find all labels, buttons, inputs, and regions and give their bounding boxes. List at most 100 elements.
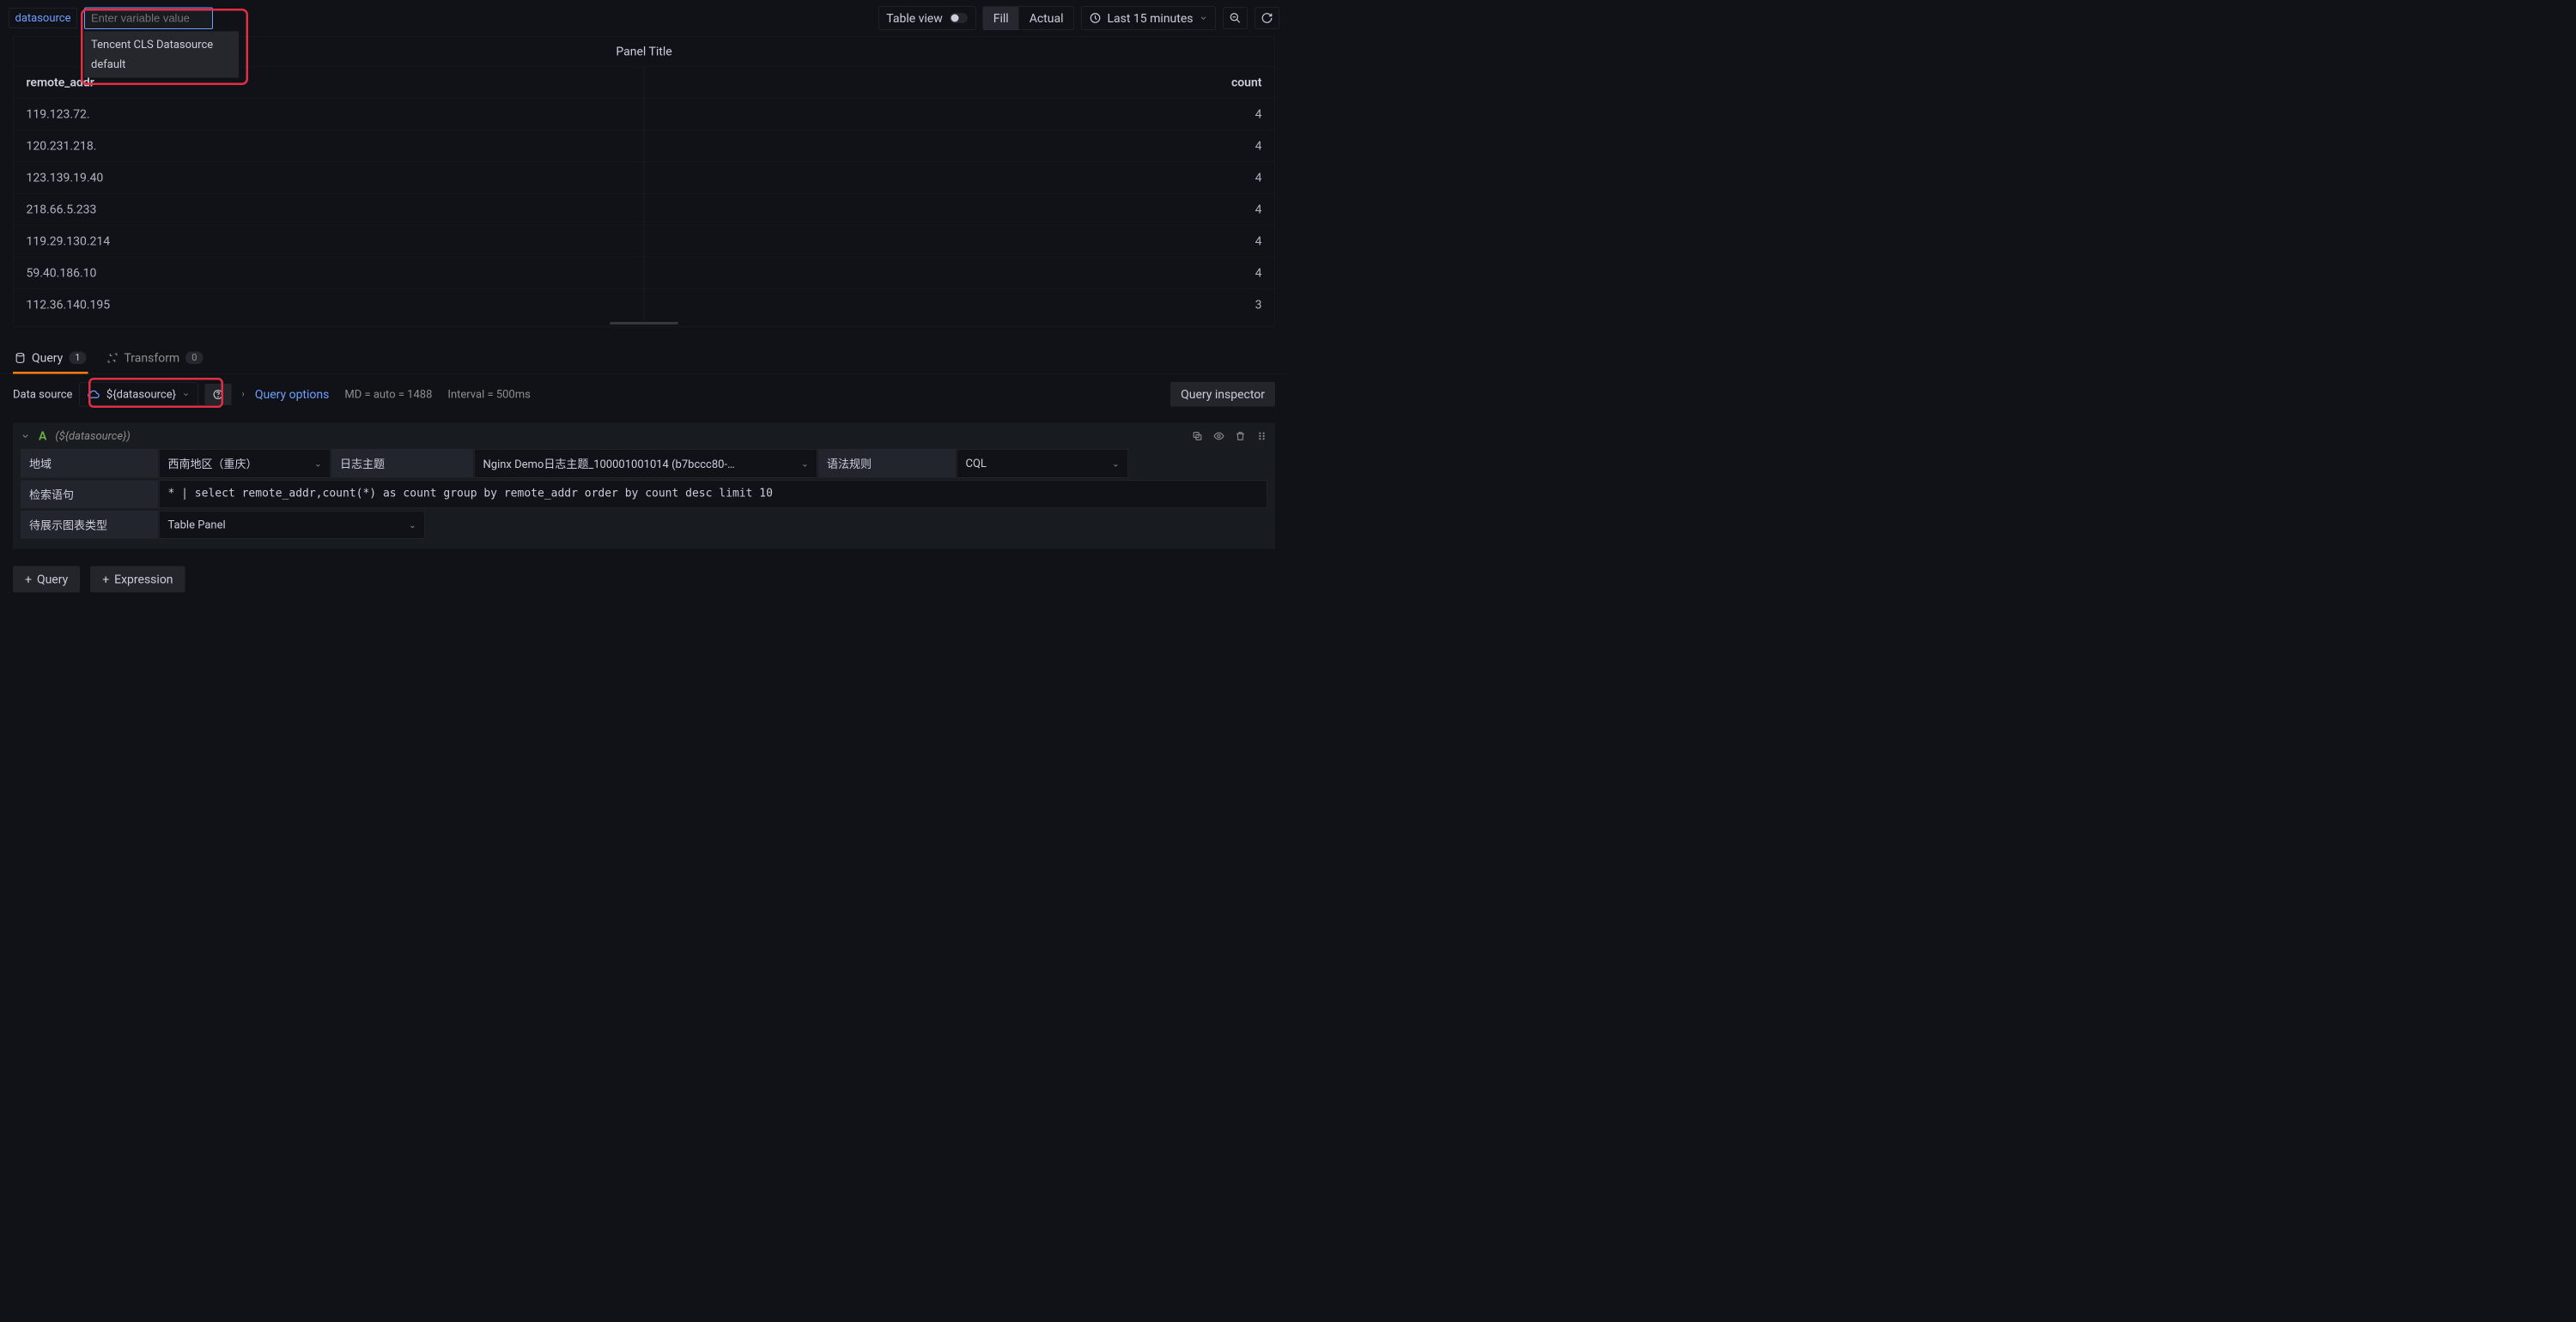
topic-value: Nginx Demo日志主题_100001001014 (b7bccc80-… xyxy=(483,456,735,472)
cell-count: 4 xyxy=(645,130,1262,162)
cell-addr: 119.123.72. xyxy=(27,99,644,130)
query-body: 地域 西南地区（重庆） ⌄ 日志主题 Nginx Demo日志主题_100001… xyxy=(13,449,1275,549)
drag-handle[interactable] xyxy=(1256,430,1267,441)
datasource-variable-label[interactable]: datasource xyxy=(9,8,77,28)
delete-query-button[interactable] xyxy=(1235,430,1246,441)
cell-count: 4 xyxy=(645,258,1262,289)
table-view-label: Table view xyxy=(886,11,942,26)
tab-transform-label: Transform xyxy=(124,351,179,366)
cell-addr: 120.231.218. xyxy=(27,130,644,162)
panel: Panel Title remote_addr count 119.123.72… xyxy=(13,36,1275,327)
zoom-out-icon xyxy=(1230,12,1242,24)
data-source-row: Data source ${datasource} › Query option… xyxy=(0,374,1288,415)
query-editor: A (${datasource}) 地域 xyxy=(13,423,1275,549)
cell-addr: 119.29.130.214 xyxy=(27,226,644,258)
clock-icon xyxy=(1089,12,1101,24)
query-options-link[interactable]: Query options xyxy=(255,387,330,402)
chevron-right-icon[interactable]: › xyxy=(239,389,248,400)
tab-query-label: Query xyxy=(32,351,63,366)
horizontal-scrollbar[interactable] xyxy=(14,320,1275,326)
cell-count: 3 xyxy=(645,289,1262,321)
search-query-input[interactable]: * | select remote_addr,count(*) as count… xyxy=(159,481,1267,509)
add-query-button[interactable]: + Query xyxy=(13,567,80,593)
cell-count: 4 xyxy=(645,99,1262,130)
question-icon xyxy=(213,389,224,400)
time-range-picker[interactable]: Last 15 minutes xyxy=(1081,6,1216,30)
query-datasource-hint: (${datasource}) xyxy=(55,429,130,442)
zoom-out-button[interactable] xyxy=(1223,8,1248,29)
data-table: remote_addr count 119.123.72.4120.231.21… xyxy=(14,66,1275,320)
search-query-label: 检索语句 xyxy=(21,481,158,509)
drag-icon xyxy=(1256,430,1267,441)
duplicate-query-button[interactable] xyxy=(1192,430,1203,441)
interval-info: Interval = 500ms xyxy=(447,388,530,401)
chevron-down-icon: ⌄ xyxy=(801,458,808,469)
cell-addr: 218.66.5.233 xyxy=(27,194,644,226)
topic-label: 日志主题 xyxy=(331,449,473,478)
region-select[interactable]: 西南地区（重庆） ⌄ xyxy=(159,449,331,478)
variable-value-input[interactable] xyxy=(84,7,213,29)
table-row[interactable]: 119.123.72.4 xyxy=(14,98,1275,130)
chart-type-value: Table Panel xyxy=(168,518,226,531)
refresh-icon xyxy=(1261,12,1273,24)
chevron-down-icon xyxy=(1200,14,1208,22)
query-letter: A xyxy=(39,429,46,444)
cloud-icon xyxy=(88,388,100,401)
syntax-label: 语法规则 xyxy=(818,449,956,478)
region-value: 西南地区（重庆） xyxy=(168,456,258,472)
tab-transform-badge: 0 xyxy=(185,352,203,365)
tab-transform[interactable]: Transform 0 xyxy=(105,344,204,374)
syntax-select[interactable]: CQL ⌄ xyxy=(957,449,1128,478)
database-icon xyxy=(15,352,26,363)
chevron-down-icon: ⌄ xyxy=(1112,458,1119,469)
cell-addr: 59.40.186.10 xyxy=(27,258,644,289)
chevron-down-icon: ⌄ xyxy=(409,519,416,530)
variable-option[interactable]: default xyxy=(84,54,239,74)
add-expression-button[interactable]: + Expression xyxy=(90,567,185,593)
cell-addr: 123.139.19.40 xyxy=(27,162,644,194)
data-source-value: ${datasource} xyxy=(106,388,176,401)
table-row[interactable]: 112.36.140.1953 xyxy=(14,288,1275,320)
fill-actual-segment: Fill Actual xyxy=(982,6,1074,30)
tab-query[interactable]: Query 1 xyxy=(13,344,88,374)
table-row[interactable]: 123.139.19.404 xyxy=(14,161,1275,193)
table-row[interactable]: 218.66.5.2334 xyxy=(14,193,1275,225)
md-info: MD = auto = 1488 xyxy=(344,388,432,401)
table-row[interactable]: 119.29.130.2144 xyxy=(14,225,1275,257)
variable-value-wrapper: Tencent CLS Datasource default xyxy=(84,7,213,29)
table-view-toggle[interactable]: Table view xyxy=(878,6,975,30)
fill-button[interactable]: Fill xyxy=(983,7,1019,30)
chevron-down-icon: ⌄ xyxy=(314,458,321,469)
plus-icon: + xyxy=(102,573,109,587)
toggle-switch-icon xyxy=(950,13,968,23)
syntax-value: CQL xyxy=(966,457,987,470)
top-bar: datasource Tencent CLS Datasource defaul… xyxy=(0,0,1288,36)
chevron-down-icon xyxy=(182,391,190,398)
variable-option[interactable]: Tencent CLS Datasource xyxy=(84,34,239,54)
data-source-label: Data source xyxy=(13,388,72,401)
transform-icon xyxy=(106,352,118,363)
add-query-label: Query xyxy=(37,573,68,587)
time-range-label: Last 15 minutes xyxy=(1107,11,1193,26)
chevron-down-icon[interactable] xyxy=(21,431,30,440)
query-tabs: Query 1 Transform 0 xyxy=(0,344,1288,375)
cell-addr: 112.36.140.195 xyxy=(27,289,644,321)
query-inspector-button[interactable]: Query inspector xyxy=(1170,382,1275,407)
actual-button[interactable]: Actual xyxy=(1019,7,1074,30)
chart-type-select[interactable]: Table Panel ⌄ xyxy=(159,511,425,539)
data-source-help-button[interactable] xyxy=(205,384,232,405)
table-row[interactable]: 59.40.186.104 xyxy=(14,257,1275,288)
table-row[interactable]: 120.231.218.4 xyxy=(14,130,1275,161)
refresh-button[interactable] xyxy=(1255,8,1279,29)
toggle-query-visibility-button[interactable] xyxy=(1213,430,1224,441)
trash-icon xyxy=(1235,430,1246,441)
column-header-count[interactable]: count xyxy=(645,67,1262,99)
tab-query-badge: 1 xyxy=(69,352,86,365)
query-header: A (${datasource}) xyxy=(13,423,1275,450)
topic-select[interactable]: Nginx Demo日志主题_100001001014 (b7bccc80-… … xyxy=(474,449,817,478)
cell-count: 4 xyxy=(645,226,1262,258)
chart-type-label: 待展示图表类型 xyxy=(21,511,158,539)
copy-icon xyxy=(1192,430,1203,441)
eye-icon xyxy=(1213,430,1224,441)
data-source-picker[interactable]: ${datasource} xyxy=(79,382,197,406)
